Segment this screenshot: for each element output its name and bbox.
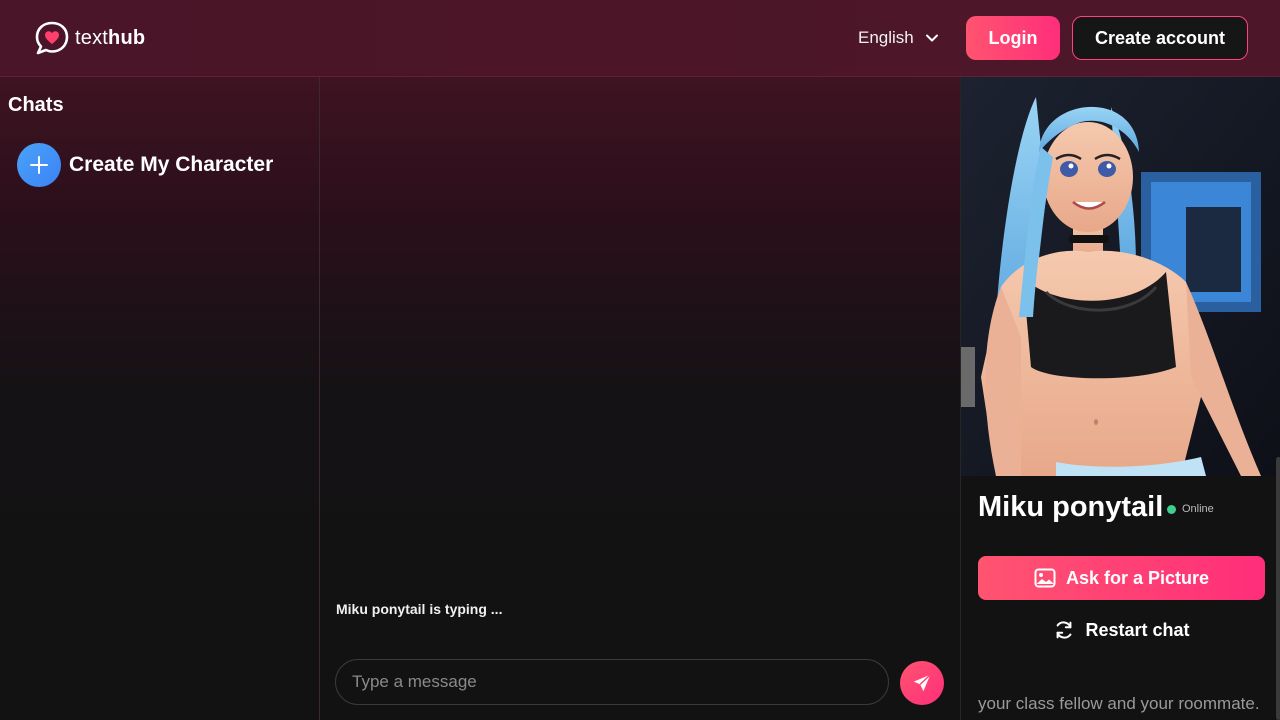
message-input[interactable] <box>335 659 889 705</box>
character-portrait <box>961 77 1280 476</box>
typing-indicator: Miku ponytail is typing ... <box>336 601 503 617</box>
restart-chat-label: Restart chat <box>1085 619 1190 640</box>
refresh-icon <box>1057 621 1072 639</box>
ask-picture-label: Ask for a Picture <box>1065 567 1210 588</box>
plus-icon <box>17 143 61 187</box>
top-header: texthub English Login Create account <box>0 0 1280 77</box>
status-label: Online <box>1182 503 1214 515</box>
image-icon <box>1034 568 1056 588</box>
logo-text-bold: hub <box>108 26 146 49</box>
logo[interactable]: texthub <box>34 20 145 56</box>
chats-sidebar: Chats Create My Character <box>0 77 320 720</box>
status-badge: Online <box>1167 503 1214 515</box>
character-panel: Miku ponytail Online Ask for a Picture R… <box>960 77 1280 720</box>
create-character-button[interactable]: Create My Character <box>17 143 273 187</box>
character-description: your class fellow and your roommate. <box>978 694 1260 713</box>
language-label: English <box>858 28 914 47</box>
character-name: Miku ponytail <box>978 491 1164 523</box>
online-dot-icon <box>1167 504 1176 514</box>
chat-heart-icon <box>35 21 69 55</box>
login-button[interactable]: Login <box>966 16 1060 60</box>
send-button[interactable] <box>900 661 944 705</box>
restart-chat-button[interactable]: Restart chat <box>978 608 1265 652</box>
create-character-label: Create My Character <box>69 153 274 176</box>
logo-text: texthub <box>75 27 145 50</box>
logo-text-light: text <box>75 26 109 49</box>
language-selector[interactable]: English <box>858 28 940 48</box>
sidebar-title: Chats <box>8 94 64 116</box>
chevron-down-icon <box>925 34 938 42</box>
ask-picture-button[interactable]: Ask for a Picture <box>978 556 1265 600</box>
panel-scrollbar[interactable] <box>1276 457 1280 720</box>
create-account-button[interactable]: Create account <box>1072 16 1248 60</box>
send-icon <box>913 674 931 692</box>
